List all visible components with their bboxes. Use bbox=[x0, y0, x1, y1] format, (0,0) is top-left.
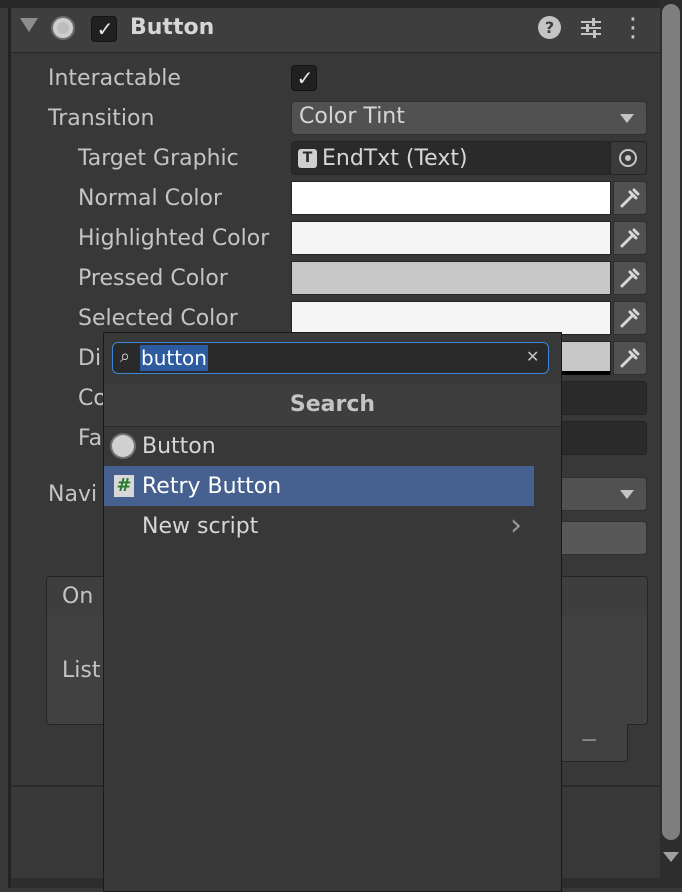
inspector-top-strip bbox=[0, 0, 660, 8]
foldout-arrow-icon[interactable] bbox=[20, 18, 38, 32]
scroll-down-icon[interactable] bbox=[663, 852, 679, 862]
interactable-label: Interactable bbox=[48, 66, 181, 91]
fade-duration-label: Fa bbox=[78, 426, 103, 451]
eyedropper-button[interactable] bbox=[613, 301, 647, 335]
onclick-label: On bbox=[62, 584, 94, 609]
clear-search-icon[interactable]: ✕ bbox=[526, 347, 539, 366]
component-enabled-toggle[interactable]: ✓ bbox=[91, 16, 117, 42]
target-graphic-value: EndTxt (Text) bbox=[322, 146, 468, 171]
target-graphic-label: Target Graphic bbox=[78, 146, 239, 171]
interactable-checkbox[interactable]: ✓ bbox=[291, 65, 317, 91]
pressed-color-label: Pressed Color bbox=[78, 266, 228, 291]
search-icon: ⌕ bbox=[120, 346, 131, 367]
eyedropper-icon bbox=[620, 188, 640, 208]
transition-dropdown[interactable]: Color Tint bbox=[291, 101, 647, 135]
eyedropper-icon bbox=[620, 268, 640, 288]
selected-color-label: Selected Color bbox=[78, 306, 238, 331]
eyedropper-icon bbox=[620, 308, 640, 328]
eyedropper-button[interactable] bbox=[613, 181, 647, 215]
check-icon: ✓ bbox=[296, 66, 314, 90]
button-component-icon bbox=[53, 18, 73, 38]
script-hash-icon: # bbox=[114, 475, 134, 497]
text-component-icon: T bbox=[298, 149, 317, 168]
eyedropper-icon bbox=[620, 228, 640, 248]
help-icon[interactable]: ? bbox=[538, 16, 561, 39]
list-item-label: Retry Button bbox=[142, 474, 282, 499]
check-icon: ✓ bbox=[96, 17, 114, 41]
normal-color-label: Normal Color bbox=[78, 186, 223, 211]
list-item-label: Button bbox=[142, 434, 216, 459]
component-title: Button bbox=[130, 15, 215, 40]
alpha-bar bbox=[562, 371, 610, 375]
navigation-label: Navi bbox=[48, 482, 98, 507]
transition-value: Color Tint bbox=[299, 104, 405, 129]
chevron-right-icon: › bbox=[510, 508, 522, 543]
presets-icon[interactable] bbox=[578, 16, 604, 40]
eyedropper-button[interactable] bbox=[613, 341, 647, 375]
selected-color-swatch[interactable] bbox=[291, 301, 611, 335]
highlighted-color-label: Highlighted Color bbox=[78, 226, 270, 251]
highlighted-color-swatch[interactable] bbox=[291, 221, 611, 255]
eyedropper-button[interactable] bbox=[613, 261, 647, 295]
popup-title: Search bbox=[289, 392, 376, 417]
list-empty-label: List bbox=[62, 658, 101, 683]
disabled-color-label: Di bbox=[78, 346, 102, 371]
inspector-left-border bbox=[8, 8, 11, 888]
list-item-label: New script bbox=[142, 514, 259, 539]
kebab-menu-icon[interactable]: ⋮ bbox=[620, 13, 646, 43]
chevron-down-icon bbox=[620, 114, 634, 123]
search-query[interactable]: button bbox=[140, 345, 208, 371]
eyedropper-icon bbox=[620, 348, 640, 368]
transition-label: Transition bbox=[48, 106, 155, 131]
object-picker-icon bbox=[619, 149, 637, 167]
object-picker-button[interactable] bbox=[610, 141, 647, 175]
pressed-color-swatch[interactable] bbox=[291, 261, 611, 295]
normal-color-swatch[interactable] bbox=[291, 181, 611, 215]
remove-item-button[interactable]: − bbox=[580, 728, 598, 753]
component-circle-icon bbox=[112, 435, 134, 457]
chevron-down-icon bbox=[620, 490, 634, 499]
eyedropper-button[interactable] bbox=[613, 221, 647, 255]
scrollbar-thumb[interactable] bbox=[662, 4, 680, 840]
